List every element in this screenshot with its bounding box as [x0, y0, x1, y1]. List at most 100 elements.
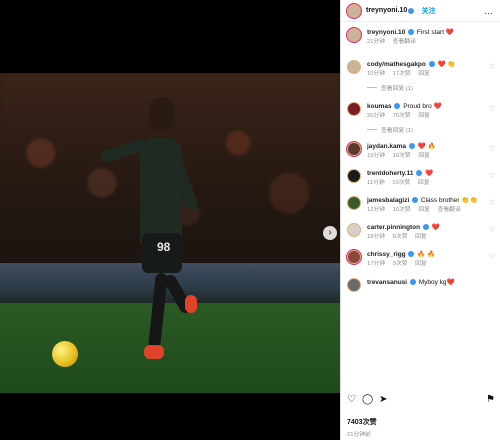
media-area: 98 ›	[0, 0, 340, 440]
heart-icon[interactable]: ♡	[489, 145, 495, 153]
comment-time: 17分钟	[367, 261, 386, 267]
likes-count[interactable]: 7403次赞	[347, 417, 377, 427]
heart-icon[interactable]: ♡	[489, 63, 495, 71]
comment-likes[interactable]: 16次赞	[393, 153, 411, 159]
verified-badge-icon	[408, 143, 415, 149]
reply-button[interactable]: 回复	[418, 113, 430, 119]
comment-likes[interactable]: 10次赞	[393, 207, 411, 213]
reply-button[interactable]: 回复	[418, 71, 430, 77]
caption: treynyoni.10 First start ❤️ 21分钟 查看翻译	[341, 28, 500, 60]
comment-time: 10分钟	[367, 71, 386, 77]
chevron-right-icon[interactable]: ›	[323, 226, 337, 240]
comment-username[interactable]: trevansanusi	[367, 279, 407, 286]
share-icon[interactable]: ➤	[379, 394, 387, 405]
comment-text: Myboy kg❤️	[418, 279, 455, 286]
player-boot	[185, 295, 197, 313]
comment-line: carter.pinnington ❤️	[367, 223, 500, 232]
author-avatar[interactable]	[347, 28, 361, 42]
comment-text: ❤️	[431, 224, 440, 231]
comment-username[interactable]: carter.pinnington	[367, 224, 420, 231]
comment-item: carter.pinnington ❤️ 18分钟 8次赞 回复 ♡	[341, 223, 500, 250]
comment-line: jaydan.kama ❤️ 🔥	[367, 142, 500, 151]
translate-link[interactable]: 查看翻译	[393, 39, 416, 45]
bookmark-icon[interactable]: ⚑	[486, 394, 495, 405]
comment-meta: 18分钟 8次赞 回复	[367, 232, 500, 242]
comment-text: 🔥 🔥	[417, 251, 436, 258]
post-actions: ♡ ◯ ➤ ⚑	[347, 394, 495, 405]
comment-meta: 12分钟 10次赞 回复 查看翻译	[367, 205, 500, 215]
verified-badge-icon	[428, 61, 435, 67]
heart-icon[interactable]: ♡	[489, 199, 495, 207]
commenter-avatar[interactable]	[347, 196, 361, 210]
post-photo: 98	[0, 73, 340, 393]
pitch	[0, 303, 340, 393]
commenter-avatar[interactable]	[347, 142, 361, 156]
commenter-avatar[interactable]	[347, 60, 361, 74]
author-username[interactable]: treynyoni.10	[366, 7, 407, 14]
comment-meta: 10分钟 17次赞 回复	[367, 69, 500, 79]
football	[52, 341, 78, 367]
comment-likes[interactable]: 10次赞	[392, 180, 410, 186]
comment-username[interactable]: chrissy_rigg	[367, 251, 406, 258]
comment-username[interactable]: trentdoherty.11	[367, 170, 413, 177]
heart-icon[interactable]: ♡	[489, 226, 495, 234]
heart-icon[interactable]: ♡	[347, 394, 356, 405]
comment-meta: 17分钟 9次赞 回复	[367, 259, 500, 269]
comment-likes[interactable]: 9次赞	[393, 261, 408, 267]
comment-item: cody/mathesgakpo ❤️ 👏 10分钟 17次赞 回复 ♡	[341, 60, 500, 84]
view-replies[interactable]: 查看回复 (1)	[367, 84, 500, 102]
heart-icon[interactable]: ♡	[489, 172, 495, 180]
comment-likes[interactable]: 17次赞	[393, 71, 411, 77]
comment-line: trentdoherty.11 ❤️	[367, 169, 500, 178]
view-replies[interactable]: 查看回复 (1)	[367, 126, 500, 142]
comment-icon[interactable]: ◯	[362, 394, 373, 405]
comment-text: Proud bro ❤️	[403, 103, 442, 110]
author-avatar[interactable]	[347, 3, 361, 18]
comment-username[interactable]: jamesbalagizi	[367, 197, 409, 204]
comment-time: 11分钟	[367, 180, 385, 186]
commenter-avatar[interactable]	[347, 102, 361, 116]
comment-text: ❤️ 👏	[437, 61, 456, 68]
caption-time: 21分钟	[367, 39, 386, 45]
comment-username[interactable]: jaydan.kama	[367, 143, 406, 150]
reply-button[interactable]: 回复	[418, 153, 430, 159]
comment-username[interactable]: cody/mathesgakpo	[367, 61, 426, 68]
heart-icon[interactable]: ♡	[489, 105, 495, 113]
post-header: treynyoni.10 · 关注 …	[341, 0, 500, 22]
verified-badge-icon	[408, 251, 415, 257]
separator-dot: ·	[417, 7, 420, 14]
caption-meta: 21分钟 查看翻译	[367, 37, 500, 47]
verified-badge-icon	[409, 279, 416, 285]
commenter-avatar[interactable]	[347, 169, 361, 183]
commenter-avatar[interactable]	[347, 223, 361, 237]
reply-button[interactable]: 回复	[418, 180, 430, 186]
verified-badge-icon	[416, 170, 423, 176]
player-number: 98	[157, 240, 171, 254]
verified-badge-icon	[394, 103, 401, 109]
commenter-avatar[interactable]	[347, 250, 361, 264]
comment-likes[interactable]: 8次赞	[393, 234, 408, 240]
verified-badge-icon	[408, 7, 415, 14]
reply-button[interactable]: 回复	[418, 207, 430, 213]
comment-line: jamesbalagizi Class brother 👏👏	[367, 196, 500, 205]
commenter-avatar[interactable]	[347, 278, 361, 292]
comment-line: chrissy_rigg 🔥 🔥	[367, 250, 500, 259]
more-options-icon[interactable]: …	[484, 6, 494, 16]
heart-icon[interactable]: ♡	[489, 253, 495, 261]
caption-username[interactable]: treynyoni.10	[367, 29, 405, 36]
comment-item: koumas Proud bro ❤️ 20分钟 70次赞 回复 ♡	[341, 102, 500, 126]
reply-button[interactable]: 回复	[415, 261, 427, 267]
reply-button[interactable]: 回复	[415, 234, 427, 240]
post-panel: treynyoni.10 · 关注 … treynyoni.10 First s…	[340, 0, 500, 440]
comment-meta: 11分钟 10次赞 回复	[367, 178, 500, 188]
translate-link[interactable]: 查看翻译	[438, 207, 461, 213]
comment-item: trentdoherty.11 ❤️ 11分钟 10次赞 回复 ♡	[341, 169, 500, 196]
comment-time: 20分钟	[367, 113, 386, 119]
comment-line: cody/mathesgakpo ❤️ 👏	[367, 60, 500, 69]
verified-badge-icon	[412, 197, 419, 203]
comment-line: koumas Proud bro ❤️	[367, 102, 500, 111]
follow-button[interactable]: 关注	[422, 6, 436, 16]
comment-likes[interactable]: 70次赞	[393, 113, 411, 119]
comment-item: chrissy_rigg 🔥 🔥 17分钟 9次赞 回复 ♡	[341, 250, 500, 278]
comment-username[interactable]: koumas	[367, 103, 392, 110]
